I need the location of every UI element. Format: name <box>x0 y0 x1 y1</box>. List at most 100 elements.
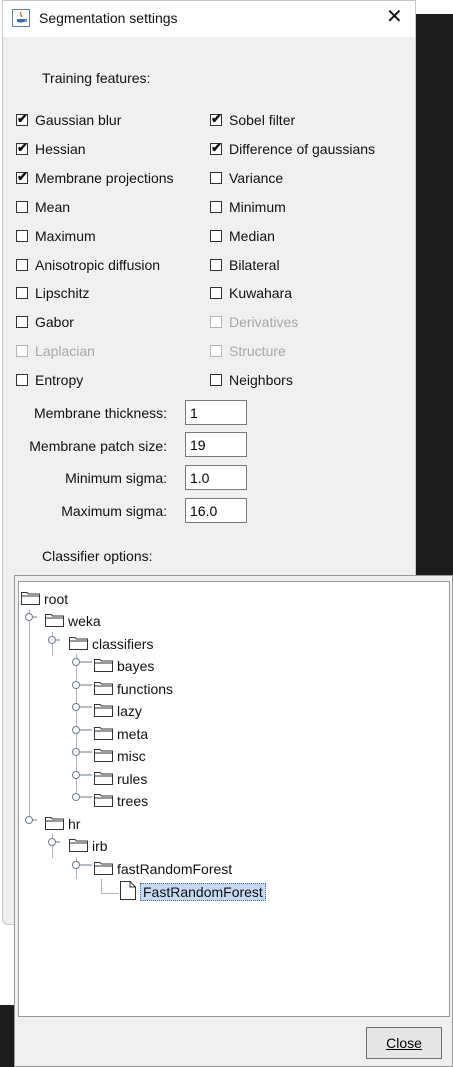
title-bar: Segmentation settings ✕ <box>3 1 415 37</box>
expand-toggle-icon[interactable] <box>46 634 60 648</box>
checkbox-hessian[interactable]: Hessian <box>16 138 86 160</box>
membrane-thickness-label: Membrane thickness: <box>33 405 167 421</box>
checkbox-mean[interactable]: Mean <box>16 196 70 218</box>
tree-connector <box>101 879 102 893</box>
checkbox-minimum[interactable]: Minimum <box>210 196 286 218</box>
checkbox-label: Structure <box>229 343 286 359</box>
checkbox-gabor[interactable]: Gabor <box>16 311 74 333</box>
tree-node-lazy[interactable]: lazy <box>94 701 142 721</box>
expand-toggle-icon[interactable] <box>70 769 94 783</box>
checkbox-box <box>16 201 28 213</box>
checkbox-box <box>210 316 222 328</box>
tree-node-bayes[interactable]: bayes <box>94 656 154 676</box>
checkbox-box <box>16 316 28 328</box>
checkbox-anisotropic-diffusion[interactable]: Anisotropic diffusion <box>16 254 160 276</box>
expand-toggle-icon[interactable] <box>70 724 94 738</box>
tree-node-label: hr <box>68 816 81 832</box>
tree-node-label: bayes <box>117 658 155 674</box>
membrane-thickness-input[interactable] <box>185 400 247 425</box>
tree-node-label: root <box>44 591 69 607</box>
classifier-tree[interactable]: root weka classifiers bayes functions la… <box>18 581 450 1017</box>
checkbox-label: Laplacian <box>35 343 95 359</box>
tree-node-label: irb <box>92 838 108 854</box>
membrane-patch-size-input[interactable] <box>185 432 247 457</box>
expand-toggle-icon[interactable] <box>70 859 94 873</box>
tree-connector <box>29 610 30 820</box>
expand-toggle-icon[interactable] <box>70 679 94 693</box>
expand-toggle-icon[interactable] <box>23 814 37 828</box>
checkbox-neighbors[interactable]: Neighbors <box>210 369 293 391</box>
folder-icon <box>94 702 113 720</box>
checkbox-difference-of-gaussians[interactable]: Difference of gaussians <box>210 138 375 160</box>
maximum-sigma-input[interactable] <box>185 498 247 523</box>
checkbox-label: Median <box>229 228 275 244</box>
checkbox-laplacian[interactable]: Laplacian <box>16 340 95 362</box>
tree-node-misc[interactable]: misc <box>94 746 146 766</box>
tree-node-irb[interactable]: irb <box>69 836 108 856</box>
checkbox-label: Neighbors <box>229 372 293 388</box>
tree-node-classifiers[interactable]: classifiers <box>69 634 153 654</box>
checkbox-label: Kuwahara <box>229 285 293 301</box>
close-icon[interactable]: ✕ <box>386 6 403 28</box>
tree-node-hr[interactable]: hr <box>45 814 80 834</box>
checkbox-box <box>16 140 28 156</box>
checkbox-label: Entropy <box>35 372 84 388</box>
tree-node-label: classifiers <box>92 636 154 652</box>
folder-icon <box>94 725 113 743</box>
checkbox-maximum[interactable]: Maximum <box>16 225 96 247</box>
checkbox-box <box>210 111 222 127</box>
window-title: Segmentation settings <box>39 10 178 26</box>
tree-node-weka[interactable]: weka <box>45 611 101 631</box>
tree-node-meta[interactable]: meta <box>94 724 148 744</box>
folder-icon <box>45 612 64 630</box>
tree-node-label: rules <box>117 771 148 787</box>
checkbox-box <box>210 374 222 386</box>
checkbox-label: Sobel filter <box>229 112 296 128</box>
maximum-sigma-label: Maximum sigma: <box>61 503 167 519</box>
checkbox-sobel-filter[interactable]: Sobel filter <box>210 109 295 131</box>
checkbox-box <box>210 345 222 357</box>
tree-node-rules[interactable]: rules <box>94 769 147 789</box>
checkbox-box <box>16 287 28 299</box>
tree-node-label: functions <box>117 681 174 697</box>
checkbox-box <box>16 374 28 386</box>
checkbox-lipschitz[interactable]: Lipschitz <box>16 282 89 304</box>
tree-node-functions[interactable]: functions <box>94 679 173 699</box>
checkbox-box <box>210 287 222 299</box>
tree-node-fastrandomforest-folder[interactable]: fastRandomForest <box>94 859 232 879</box>
checkbox-box <box>210 259 222 271</box>
expand-toggle-icon[interactable] <box>70 746 94 760</box>
tree-connector <box>101 893 119 894</box>
checkbox-kuwahara[interactable]: Kuwahara <box>210 282 292 304</box>
folder-icon <box>94 680 113 698</box>
expand-toggle-icon[interactable] <box>70 791 94 805</box>
checkbox-structure[interactable]: Structure <box>210 340 286 362</box>
checkbox-label: Anisotropic diffusion <box>35 257 161 273</box>
checkbox-derivatives[interactable]: Derivatives <box>210 311 298 333</box>
checkbox-box <box>16 111 28 127</box>
checkbox-variance[interactable]: Variance <box>210 167 283 189</box>
expand-toggle-icon[interactable] <box>70 701 94 715</box>
minimum-sigma-input[interactable] <box>185 465 247 490</box>
checkbox-gaussian-blur[interactable]: Gaussian blur <box>16 109 121 131</box>
tree-node-label: trees <box>117 793 149 809</box>
checkbox-bilateral[interactable]: Bilateral <box>210 254 280 276</box>
checkbox-entropy[interactable]: Entropy <box>16 369 83 391</box>
checkbox-box <box>210 230 222 242</box>
checkbox-label: Bilateral <box>229 257 280 273</box>
tree-node-label: meta <box>117 726 149 742</box>
tree-node-fastrandomforest[interactable]: FastRandomForest <box>120 881 266 902</box>
close-button[interactable]: Close <box>366 1027 442 1059</box>
expand-toggle-icon[interactable] <box>70 656 94 670</box>
expand-toggle-icon[interactable] <box>23 611 37 625</box>
expand-toggle-icon[interactable] <box>46 836 60 850</box>
checkbox-median[interactable]: Median <box>210 225 275 247</box>
tree-node-trees[interactable]: trees <box>94 791 148 811</box>
checkbox-label: Variance <box>229 170 284 186</box>
membrane-patch-size-label: Membrane patch size: <box>29 438 167 454</box>
classifier-panel: root weka classifiers bayes functions la… <box>14 575 453 1067</box>
folder-icon <box>94 860 113 878</box>
checkbox-membrane-projections[interactable]: Membrane projections <box>16 167 174 189</box>
tree-node-root[interactable]: root <box>21 589 68 609</box>
training-features-label: Training features: <box>42 70 151 86</box>
